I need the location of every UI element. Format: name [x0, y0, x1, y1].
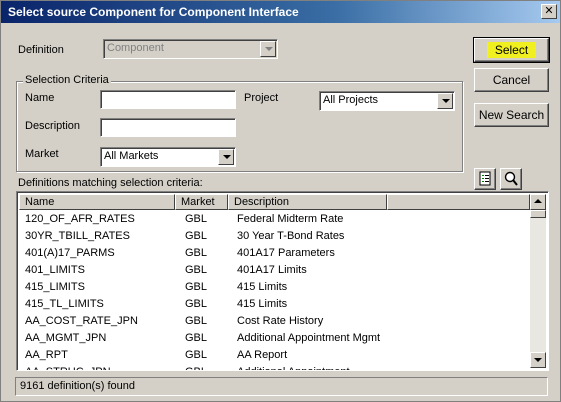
cell-description: Additional Appointment — [237, 364, 350, 370]
column-header-filler — [387, 194, 530, 210]
cell-description: Cost Rate History — [237, 315, 324, 327]
status-bar: 9161 definition(s) found — [15, 377, 548, 396]
project-value: All Projects — [323, 94, 379, 106]
table-row[interactable]: 401_LIMITS GBL 401A17 Limits — [19, 262, 529, 279]
table-row[interactable]: 30YR_TBILL_RATES GBL 30 Year T-Bond Rates — [19, 228, 529, 245]
cell-name: 415_LIMITS — [25, 281, 85, 293]
vertical-scrollbar[interactable] — [530, 194, 546, 368]
project-dropdown[interactable]: All Projects — [319, 91, 455, 111]
cell-name: AA_MGMT_JPN — [25, 332, 107, 344]
scroll-down-icon[interactable] — [530, 352, 546, 368]
cell-market: GBL — [185, 315, 208, 327]
cell-name: AA_RPT — [25, 349, 68, 361]
list-view-icon — [479, 171, 491, 186]
dropdown-arrow-icon — [260, 41, 276, 57]
window-title: Select source Component for Component In… — [8, 5, 299, 19]
scroll-thumb[interactable] — [530, 210, 546, 218]
table-row[interactable]: AA_COST_RATE_JPN GBL Cost Rate History — [19, 313, 529, 330]
cell-description: Additional Appointment Mgmt — [237, 332, 381, 344]
cell-name: AA_COST_RATE_JPN — [25, 315, 138, 327]
cell-market: GBL — [185, 364, 207, 370]
description-input[interactable] — [100, 118, 236, 137]
name-label: Name — [25, 92, 55, 104]
project-label: Project — [244, 92, 279, 104]
cell-market: GBL — [185, 349, 208, 361]
new-search-button[interactable]: New Search — [474, 103, 549, 127]
cell-market: GBL — [185, 332, 208, 344]
table-row[interactable]: AA_STRUC_JPN GBL Additional Appointment — [19, 364, 529, 370]
definition-dropdown: Component — [103, 39, 278, 59]
cell-description: 401A17 Parameters — [237, 247, 335, 259]
definitions-list[interactable]: Name Market Description 120_OF_AFR_RATES… — [16, 191, 549, 371]
cell-market: GBL — [185, 281, 208, 293]
cell-market: GBL — [185, 213, 208, 225]
search-icon — [504, 171, 518, 186]
select-button-label: Select — [486, 42, 537, 58]
definition-label: Definition — [18, 44, 64, 56]
description-label: Description — [25, 120, 81, 132]
list-view-button[interactable] — [474, 168, 496, 190]
cell-name: AA_STRUC_JPN — [25, 364, 111, 370]
column-header-name[interactable]: Name — [19, 194, 175, 210]
market-label: Market — [25, 148, 59, 160]
cell-market: GBL — [185, 247, 208, 259]
cell-description: AA Report — [237, 349, 288, 361]
cell-name: 415_TL_LIMITS — [25, 298, 104, 310]
table-row[interactable]: AA_RPT GBL AA Report — [19, 347, 529, 364]
cell-name: 401(A)17_PARMS — [25, 247, 115, 259]
definition-value: Component — [107, 42, 164, 54]
name-input[interactable] — [100, 90, 236, 109]
table-row[interactable]: 415_TL_LIMITS GBL 415 Limits — [19, 296, 529, 313]
cell-name: 401_LIMITS — [25, 264, 85, 276]
market-dropdown[interactable]: All Markets — [100, 147, 236, 167]
cell-name: 30YR_TBILL_RATES — [25, 230, 130, 242]
cell-market: GBL — [185, 298, 208, 310]
status-text: 9161 definition(s) found — [20, 380, 135, 392]
cell-description: Federal Midterm Rate — [237, 213, 344, 225]
market-value: All Markets — [104, 150, 159, 162]
scroll-up-icon[interactable] — [530, 194, 546, 210]
table-row[interactable]: 415_LIMITS GBL 415 Limits — [19, 279, 529, 296]
selection-criteria-title: Selection Criteria — [23, 74, 111, 86]
cell-market: GBL — [185, 230, 208, 242]
cell-description: 30 Year T-Bond Rates — [237, 230, 345, 242]
select-component-dialog: Select source Component for Component In… — [0, 0, 561, 402]
column-header-market[interactable]: Market — [175, 194, 228, 210]
dropdown-arrow-icon[interactable] — [218, 149, 234, 165]
cancel-button[interactable]: Cancel — [474, 68, 549, 92]
dropdown-arrow-icon[interactable] — [437, 93, 453, 109]
cell-name: 120_OF_AFR_RATES — [25, 213, 135, 225]
cell-market: GBL — [185, 264, 208, 276]
table-row[interactable]: AA_MGMT_JPN GBL Additional Appointment Mgm… — [19, 330, 529, 347]
list-caption: Definitions matching selection criteria: — [18, 177, 203, 189]
select-button[interactable]: Select — [473, 37, 550, 63]
table-row[interactable]: 401(A)17_PARMS GBL 401A17 Parameters — [19, 245, 529, 262]
title-bar: Select source Component for Component In… — [1, 1, 560, 23]
cell-description: 415 Limits — [237, 298, 288, 310]
column-header-description[interactable]: Description — [228, 194, 387, 210]
table-row[interactable]: 120_OF_AFR_RATES GBL Federal Midterm Rate — [19, 211, 529, 228]
search-button[interactable] — [500, 168, 522, 190]
cell-description: 401A17 Limits — [237, 264, 307, 276]
close-icon[interactable]: ✕ — [541, 4, 557, 19]
cell-description: 415 Limits — [237, 281, 288, 293]
